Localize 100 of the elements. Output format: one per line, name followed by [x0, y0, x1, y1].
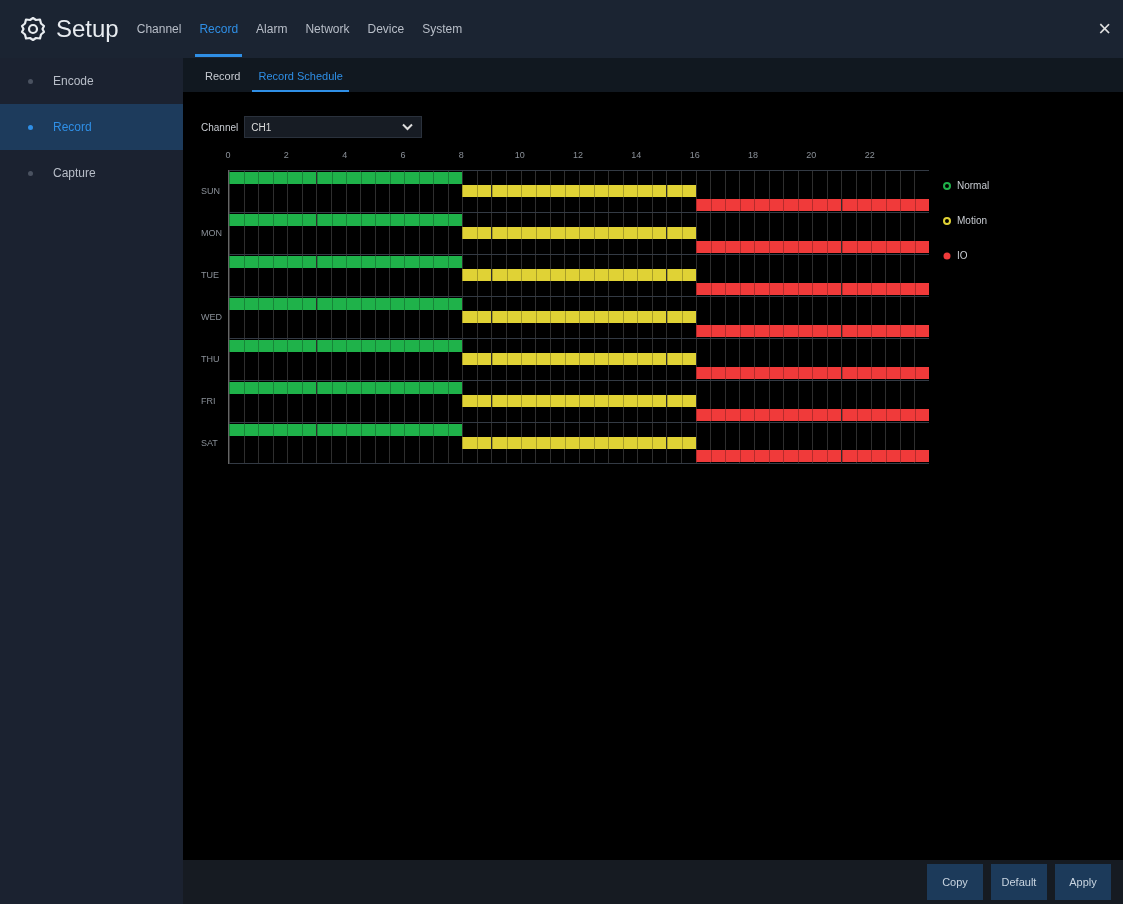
schedule-block[interactable]	[229, 423, 259, 436]
schedule-block[interactable]	[316, 297, 346, 310]
schedule-block[interactable]	[549, 269, 579, 282]
schedule-block[interactable]	[666, 311, 696, 324]
schedule-block[interactable]	[229, 255, 259, 268]
schedule-block[interactable]	[549, 227, 579, 240]
schedule-block[interactable]	[345, 297, 375, 310]
schedule-block[interactable]	[258, 339, 288, 352]
schedule-block[interactable]	[666, 395, 696, 408]
sidebar-item[interactable]: Capture	[0, 150, 183, 196]
schedule-block[interactable]	[316, 339, 346, 352]
schedule-block[interactable]	[666, 269, 696, 282]
schedule-block[interactable]	[491, 395, 521, 408]
schedule-block[interactable]	[287, 171, 317, 184]
schedule-block[interactable]	[462, 311, 492, 324]
schedule-block[interactable]	[258, 255, 288, 268]
nav-tab[interactable]: System	[418, 1, 467, 57]
schedule-block[interactable]	[608, 353, 638, 366]
schedule-block[interactable]	[287, 423, 317, 436]
schedule-block[interactable]	[491, 437, 521, 449]
schedule-block[interactable]	[491, 269, 521, 282]
schedule-block[interactable]	[287, 297, 317, 310]
schedule-block[interactable]	[491, 311, 521, 324]
schedule-block[interactable]	[345, 213, 375, 226]
schedule-block[interactable]	[229, 171, 259, 184]
action-button[interactable]: Copy	[927, 864, 983, 900]
schedule-block[interactable]	[549, 395, 579, 408]
schedule-block[interactable]	[316, 255, 346, 268]
schedule-block[interactable]	[374, 297, 404, 310]
schedule-block[interactable]	[462, 437, 492, 449]
schedule-block[interactable]	[258, 171, 288, 184]
schedule-block[interactable]	[549, 185, 579, 198]
schedule-block[interactable]	[374, 213, 404, 226]
sub-tab[interactable]: Record Schedule	[252, 70, 349, 92]
schedule-block[interactable]	[433, 423, 463, 436]
schedule-block[interactable]	[520, 353, 550, 366]
schedule-block[interactable]	[404, 297, 434, 310]
schedule-block[interactable]	[520, 227, 550, 240]
schedule-block[interactable]	[433, 255, 463, 268]
schedule-block[interactable]	[287, 339, 317, 352]
schedule-block[interactable]	[462, 353, 492, 366]
schedule-block[interactable]	[404, 171, 434, 184]
schedule-block[interactable]	[491, 185, 521, 198]
schedule-block[interactable]	[462, 185, 492, 198]
schedule-block[interactable]	[374, 381, 404, 394]
schedule-block[interactable]	[549, 311, 579, 324]
schedule-block[interactable]	[374, 339, 404, 352]
schedule-block[interactable]	[374, 255, 404, 268]
schedule-block[interactable]	[404, 255, 434, 268]
schedule-block[interactable]	[637, 269, 667, 282]
schedule-block[interactable]	[258, 297, 288, 310]
schedule-block[interactable]	[374, 423, 404, 436]
schedule-block[interactable]	[608, 185, 638, 198]
schedule-block[interactable]	[666, 227, 696, 240]
schedule-block[interactable]	[637, 227, 667, 240]
schedule-block[interactable]	[491, 353, 521, 366]
schedule-block[interactable]	[287, 213, 317, 226]
schedule-block[interactable]	[520, 395, 550, 408]
nav-tab[interactable]: Channel	[132, 1, 186, 57]
action-button[interactable]: Apply	[1055, 864, 1111, 900]
schedule-block[interactable]	[345, 339, 375, 352]
schedule-block[interactable]	[287, 255, 317, 268]
schedule-block[interactable]	[229, 381, 259, 394]
schedule-block[interactable]	[520, 311, 550, 324]
schedule-block[interactable]	[462, 269, 492, 282]
schedule-block[interactable]	[316, 381, 346, 394]
schedule-block[interactable]	[433, 339, 463, 352]
schedule-block[interactable]	[637, 437, 667, 449]
schedule-block[interactable]	[345, 381, 375, 394]
schedule-block[interactable]	[608, 311, 638, 324]
schedule-block[interactable]	[579, 353, 609, 366]
schedule-block[interactable]	[491, 227, 521, 240]
schedule-block[interactable]	[666, 353, 696, 366]
schedule-block[interactable]	[462, 395, 492, 408]
schedule-block[interactable]	[229, 297, 259, 310]
schedule-block[interactable]	[258, 423, 288, 436]
schedule-block[interactable]	[404, 213, 434, 226]
nav-tab[interactable]: Alarm	[252, 1, 292, 57]
schedule-block[interactable]	[316, 171, 346, 184]
schedule-block[interactable]	[229, 339, 259, 352]
schedule-block[interactable]	[637, 395, 667, 408]
nav-tab[interactable]: Network	[301, 1, 354, 57]
schedule-block[interactable]	[520, 185, 550, 198]
schedule-block[interactable]	[258, 381, 288, 394]
schedule-block[interactable]	[608, 227, 638, 240]
schedule-block[interactable]	[345, 171, 375, 184]
schedule-block[interactable]	[666, 437, 696, 449]
close-button[interactable]: ×	[1098, 16, 1111, 42]
schedule-block[interactable]	[549, 353, 579, 366]
schedule-block[interactable]	[637, 311, 667, 324]
nav-tab[interactable]: Device	[363, 1, 409, 57]
schedule-block[interactable]	[345, 255, 375, 268]
schedule-block[interactable]	[579, 185, 609, 198]
schedule-block[interactable]	[520, 269, 550, 282]
sidebar-item[interactable]: Encode	[0, 58, 183, 104]
schedule-block[interactable]	[433, 381, 463, 394]
schedule-block[interactable]	[433, 213, 463, 226]
schedule-block[interactable]	[608, 269, 638, 282]
schedule-block[interactable]	[433, 297, 463, 310]
schedule-block[interactable]	[404, 423, 434, 436]
